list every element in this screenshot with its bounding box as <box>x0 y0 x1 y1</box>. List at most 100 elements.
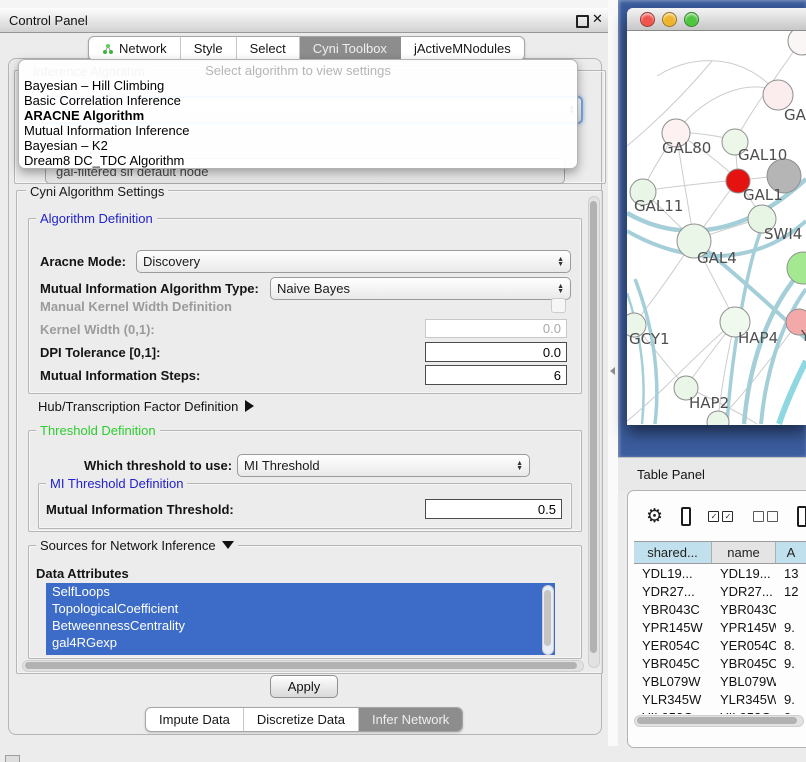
data-attribute-item[interactable]: TopologicalCoefficient <box>46 600 555 617</box>
tab-jactivemnodules[interactable]: jActiveMNodules <box>401 37 524 60</box>
data-attribute-item[interactable]: SelfLoops <box>46 583 555 600</box>
mi-steps-label: Mutual Information Steps: <box>40 368 200 383</box>
data-attribute-item[interactable]: gal4RGexp <box>46 634 555 651</box>
table-cell: YER054C <box>712 638 776 653</box>
tab-label: Cyni Toolbox <box>313 41 387 56</box>
which-threshold-label: Which threshold to use: <box>84 458 232 473</box>
zoom-traffic-light-icon[interactable] <box>684 12 699 27</box>
algorithm-popup-item[interactable]: Bayesian – Hill Climbing <box>19 78 577 93</box>
network-node[interactable] <box>788 31 806 55</box>
checked-boxes-icon[interactable]: ✓✓ <box>708 511 736 522</box>
table-row[interactable]: YDR27...YDR27...12 <box>634 582 806 600</box>
splitter-arrow-icon[interactable] <box>610 367 615 375</box>
page-icon[interactable] <box>797 506 806 527</box>
tab-discretize-data[interactable]: Discretize Data <box>244 708 359 731</box>
expand-right-icon <box>245 400 254 412</box>
settings-vscroll-thumb[interactable] <box>590 201 597 653</box>
network-node[interactable] <box>787 252 806 284</box>
table-cell: 9. <box>776 620 806 635</box>
attributes-vscroll-thumb[interactable] <box>544 590 551 646</box>
node-label: GAL4 <box>697 249 737 267</box>
mi-threshold-label: Mutual Information Threshold: <box>46 502 234 517</box>
table-row[interactable]: YBR045CYBR045C9. <box>634 654 806 672</box>
tab-label: Network <box>119 41 167 56</box>
network-window[interactable]: GALGAL80GAL10GAL1GAL11SWI4GAL4GCY1HAP4YH… <box>627 8 806 425</box>
node-label: HAP4 <box>738 329 778 347</box>
mi-type-combobox[interactable]: Naive Bayes ▲▼ <box>270 277 571 300</box>
minimize-traffic-light-icon[interactable] <box>662 12 677 27</box>
table-row[interactable]: YER054CYER054C8. <box>634 636 806 654</box>
table-row[interactable]: YPR145WYPR145W9. <box>634 618 806 636</box>
stepper-arrows-icon: ▲▼ <box>557 257 564 267</box>
float-window-icon[interactable] <box>576 15 589 28</box>
which-threshold-combobox[interactable]: MI Threshold ▲▼ <box>237 454 530 477</box>
node-label: GCY1 <box>629 330 670 348</box>
which-threshold-value: MI Threshold <box>244 458 512 473</box>
settings-horizontal-scrollbar[interactable] <box>22 660 584 672</box>
table-hscroll-thumb[interactable] <box>637 717 797 724</box>
tab-infer-network[interactable]: Infer Network <box>359 708 462 731</box>
table-cell: 8. <box>776 638 806 653</box>
mi-threshold-group-title: MI Threshold Definition <box>46 476 187 491</box>
network-window-titlebar[interactable] <box>627 8 806 31</box>
mi-steps-value: 6 <box>554 368 561 383</box>
tab-cyni-toolbox[interactable]: Cyni Toolbox <box>300 37 401 60</box>
node-label: Y <box>800 327 806 345</box>
apply-button-label: Apply <box>288 679 321 694</box>
hub-definition-toggle[interactable]: Hub/Transcription Factor Definition <box>38 399 254 414</box>
manual-kernel-checkbox[interactable] <box>551 298 566 313</box>
control-panel-tabbar: Network StyleSelect Cyni Toolbox jActiveMNo… <box>88 36 525 61</box>
sources-group-toggle[interactable]: Sources for Network Inference <box>36 538 238 553</box>
table-cell: YBR045C <box>712 656 776 671</box>
application-window: Control Panel ✕ Network StyleSelect Cyni T… <box>0 0 806 762</box>
tab-style[interactable]: Style <box>181 37 237 60</box>
kernel-width-field[interactable]: 0.0 <box>425 319 567 338</box>
algorithm-popup-item[interactable]: Mutual Information Inference <box>19 123 577 138</box>
algorithm-definition-title: Algorithm Definition <box>36 211 157 226</box>
mi-steps-field[interactable]: 6 <box>425 365 567 385</box>
close-icon[interactable]: ✕ <box>592 11 603 27</box>
aracne-mode-combobox[interactable]: Discovery ▲▼ <box>136 250 571 273</box>
column-header-3[interactable]: A <box>776 542 806 563</box>
close-traffic-light-icon[interactable] <box>640 12 655 27</box>
algorithm-popup-item[interactable]: Bayesian – K2 <box>19 138 577 153</box>
data-attributes-list[interactable]: SelfLoopsTopologicalCoefficientBetweenne… <box>46 583 555 655</box>
gear-icon[interactable]: ⚙ <box>646 505 663 528</box>
algorithm-popup-item[interactable]: ARACNE Algorithm <box>19 108 577 123</box>
table-cell: YLR345W <box>634 692 712 707</box>
column-header-1[interactable]: shared... <box>634 542 712 563</box>
network-canvas[interactable]: GALGAL80GAL10GAL1GAL11SWI4GAL4GCY1HAP4YH… <box>627 31 806 425</box>
apply-button[interactable]: Apply <box>270 675 338 698</box>
table-row[interactable]: YBL079WYBL079W <box>634 672 806 690</box>
network-graph: GALGAL80GAL10GAL1GAL11SWI4GAL4GCY1HAP4YH… <box>627 31 806 425</box>
table-row[interactable]: YIL052CYIL052C9 <box>634 708 806 714</box>
aracne-mode-label: Aracne Mode: <box>40 254 126 269</box>
table-cell: YDL19... <box>634 566 712 581</box>
column-header-2[interactable]: name <box>712 542 776 563</box>
unchecked-boxes-icon[interactable]: ✓✓ <box>753 511 781 522</box>
sources-group-title: Sources for Network Inference <box>40 538 216 553</box>
algorithm-popup-item[interactable]: Dream8 DC_TDC Algorithm <box>19 153 577 168</box>
table-row[interactable]: YDL19...YDL19...13 <box>634 564 806 582</box>
tab-network[interactable]: Network <box>89 37 181 60</box>
settings-vertical-scrollbar[interactable] <box>588 196 600 668</box>
table-row[interactable]: YBR043CYBR043C <box>634 600 806 618</box>
mi-threshold-field[interactable]: 0.5 <box>425 499 562 519</box>
mi-type-value: Naive Bayes <box>277 281 553 296</box>
table-cell: 13 <box>776 566 806 581</box>
table-horizontal-scrollbar[interactable] <box>634 715 804 727</box>
table-row[interactable]: YLR345WYLR345W9. <box>634 690 806 708</box>
tab-select[interactable]: Select <box>237 37 300 60</box>
settings-hscroll-thumb[interactable] <box>25 662 577 669</box>
split-columns-icon[interactable] <box>681 507 691 526</box>
table-cell: YDR27... <box>712 584 776 599</box>
algorithm-popup-item[interactable]: Basic Correlation Inference <box>19 93 577 108</box>
node-table: shared...nameA YDL19...YDL19...13YDR27..… <box>634 541 806 714</box>
hub-definition-label: Hub/Transcription Factor Definition <box>38 399 238 414</box>
control-panel-titlebar[interactable]: Control Panel <box>0 8 608 33</box>
attributes-vertical-scrollbar[interactable] <box>542 585 554 655</box>
tab-impute-data[interactable]: Impute Data <box>146 708 244 731</box>
dpi-tolerance-field[interactable]: 0.0 <box>425 342 567 362</box>
table-panel: ⚙ ✓✓ ✓✓ shared...nameA YDL19...YDL19...1… <box>627 490 806 748</box>
data-attribute-item[interactable]: BetweennessCentrality <box>46 617 555 634</box>
